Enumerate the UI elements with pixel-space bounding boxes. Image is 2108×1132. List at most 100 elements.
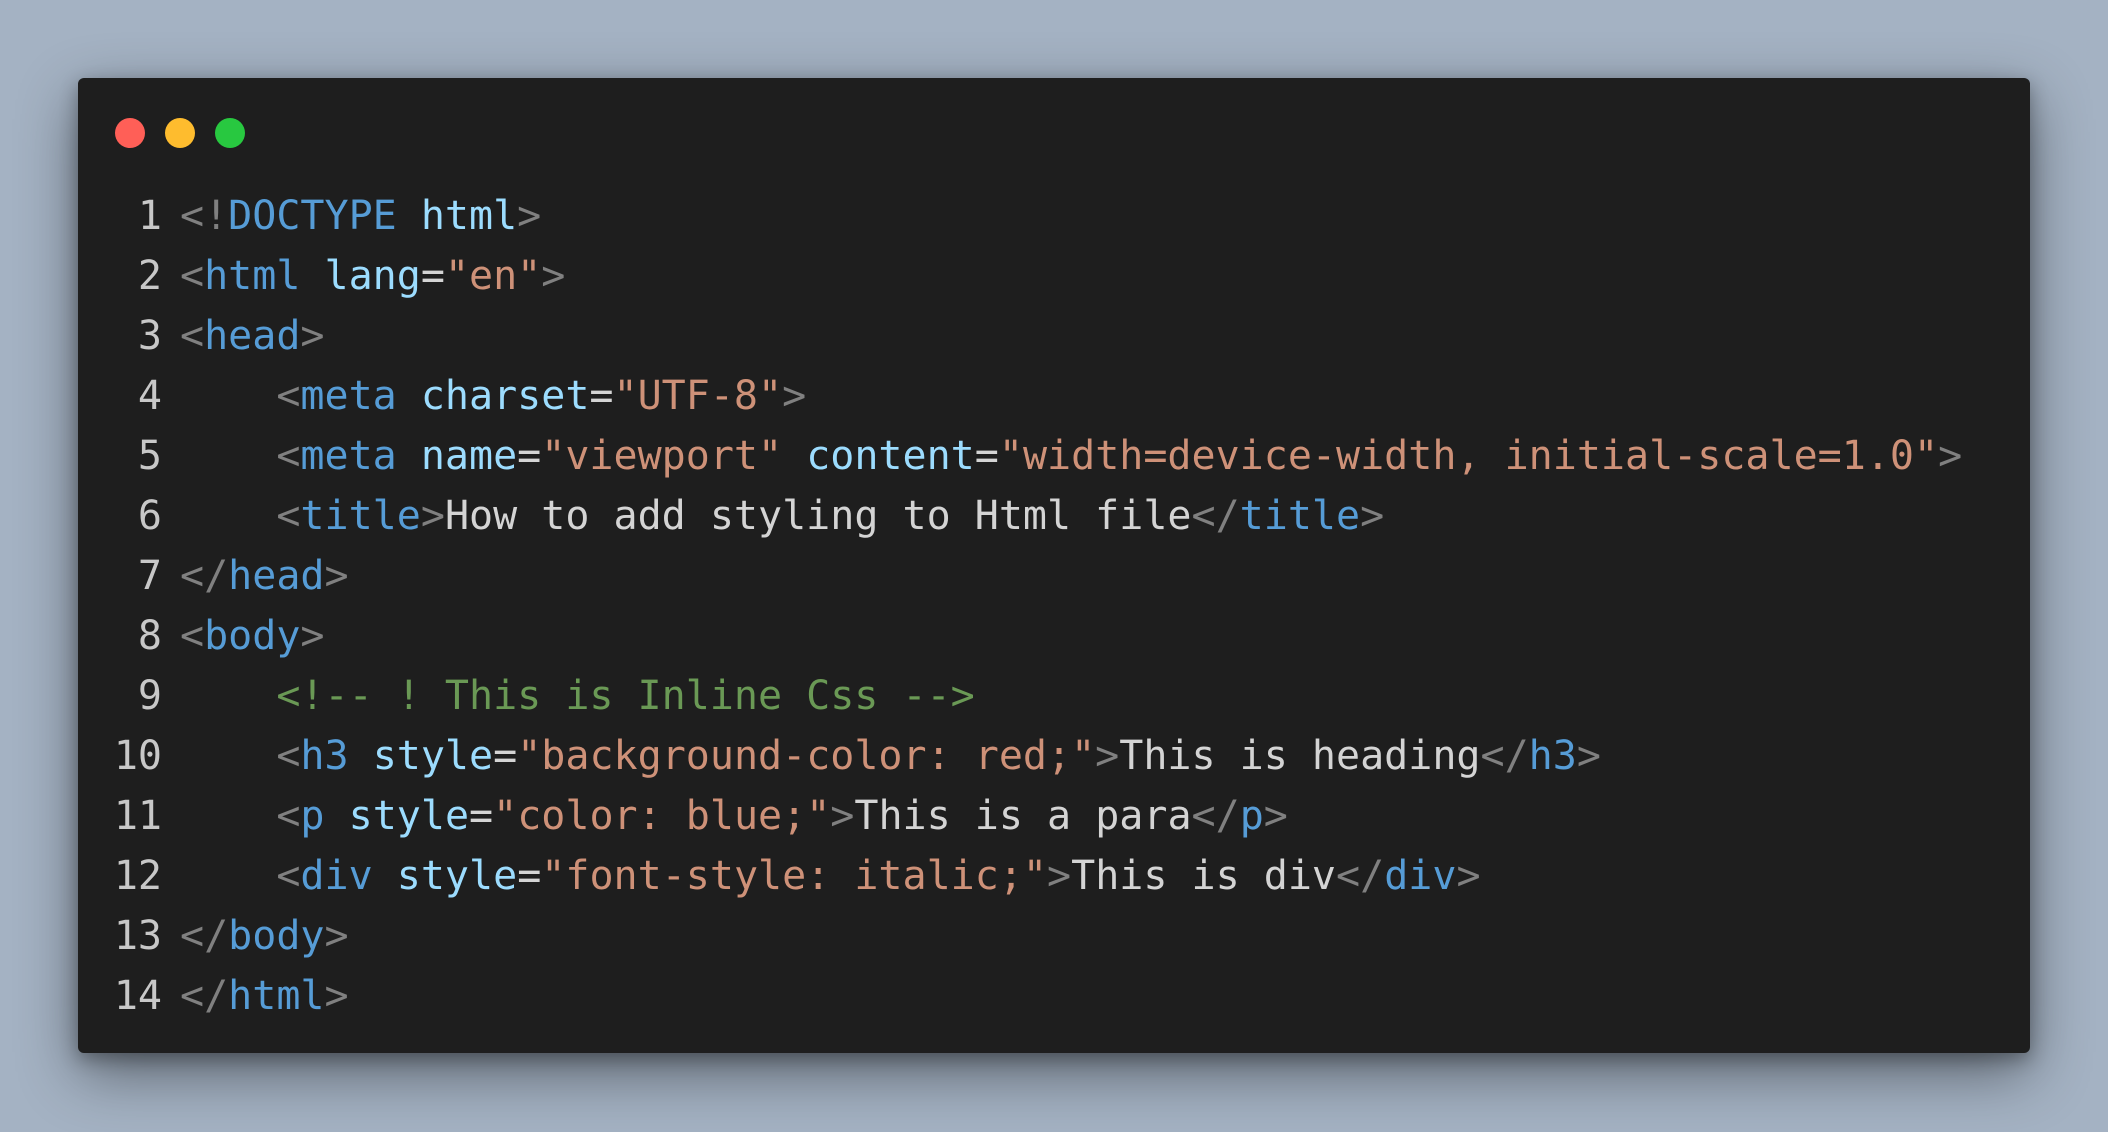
code-token: > [830, 793, 855, 839]
code-token: h3 [300, 733, 349, 779]
code-token: > [324, 913, 349, 959]
code-token: < [276, 433, 301, 479]
code-token: "UTF-8" [613, 373, 783, 419]
line-number: 3 [137, 313, 162, 359]
line-source: </head> [180, 546, 349, 606]
line-number: 2 [137, 253, 162, 299]
line-source: <title>How to add styling to Html file</… [180, 486, 1384, 546]
window-controls [115, 118, 245, 148]
line-number: 12 [113, 853, 162, 899]
code-token: style [372, 733, 494, 779]
code-line: 8 <body> [78, 606, 2030, 666]
code-token: <!-- ! This is Inline Css --> [276, 673, 975, 719]
line-source: <!DOCTYPE html> [180, 186, 541, 246]
code-block: 1 <!DOCTYPE html> 2 <html lang="en"> 3 <head>… [78, 186, 2030, 1026]
code-token: = [517, 853, 542, 899]
code-line: 5 <meta name="viewport" content="width=d… [78, 426, 2030, 486]
code-token: > [517, 193, 542, 239]
minimize-icon[interactable] [165, 118, 195, 148]
code-token: charset [420, 373, 590, 419]
code-token: html [228, 973, 325, 1019]
line-source: <meta charset="UTF-8"> [180, 366, 806, 426]
line-source: <meta name="viewport" content="width=dev… [180, 426, 1962, 486]
code-token: DOCTYPE [228, 193, 397, 239]
code-token: title [1239, 493, 1361, 539]
code-token: lang [324, 253, 421, 299]
code-token: "width=device-width, initial-scale=1.0" [998, 433, 1939, 479]
code-token: html [204, 253, 301, 299]
code-token: > [1263, 793, 1288, 839]
code-token: p [300, 793, 325, 839]
code-token: = [974, 433, 999, 479]
line-source: <p style="color: blue;">This is a para</… [180, 786, 1288, 846]
code-token: "color: blue;" [493, 793, 831, 839]
code-token: This is div [1071, 853, 1337, 899]
code-token: h3 [1528, 733, 1577, 779]
code-token: content [806, 433, 975, 479]
code-token: < [180, 313, 205, 359]
line-number: 5 [137, 433, 162, 479]
code-token: > [1576, 733, 1601, 779]
code-token: = [420, 253, 445, 299]
line-number: 14 [113, 973, 162, 1019]
code-token: > [1047, 853, 1072, 899]
code-token: How to add styling to Html file [444, 493, 1192, 539]
maximize-icon[interactable] [215, 118, 245, 148]
line-source: <h3 style="background-color: red;">This … [180, 726, 1601, 786]
code-token: < [180, 613, 205, 659]
code-token: p [1239, 793, 1264, 839]
code-token: This is a para [854, 793, 1192, 839]
code-token: </ [180, 973, 229, 1019]
code-line: 4 <meta charset="UTF-8"> [78, 366, 2030, 426]
code-token: > [541, 253, 566, 299]
code-line: 12 <div style="font-style: italic;">This… [78, 846, 2030, 906]
code-token: div [1384, 853, 1457, 899]
line-source: <body> [180, 606, 325, 666]
code-token: </ [1336, 853, 1385, 899]
code-token: </ [180, 913, 229, 959]
line-source: <div style="font-style: italic;">This is… [180, 846, 1481, 906]
code-token: > [1456, 853, 1481, 899]
code-token: style [396, 853, 518, 899]
code-token: > [1938, 433, 1963, 479]
code-token: < [276, 793, 301, 839]
line-number: 6 [137, 493, 162, 539]
line-number: 10 [113, 733, 162, 779]
code-token: title [300, 493, 421, 539]
code-line: 13 </body> [78, 906, 2030, 966]
line-source: <!-- ! This is Inline Css --> [180, 666, 975, 726]
code-token: > [324, 553, 349, 599]
code-token: > [1095, 733, 1120, 779]
code-token: </ [1480, 733, 1529, 779]
code-line: 9 <!-- ! This is Inline Css --> [78, 666, 2030, 726]
code-token: "background-color: red;" [517, 733, 1096, 779]
line-number: 11 [113, 793, 162, 839]
line-source: <head> [180, 306, 325, 366]
code-token: name [420, 433, 518, 479]
line-source: <html lang="en"> [180, 246, 565, 306]
code-line: 7 </head> [78, 546, 2030, 606]
code-token: div [300, 853, 373, 899]
code-token: <! [180, 193, 229, 239]
code-line: 14 </html> [78, 966, 2030, 1026]
code-token: < [276, 853, 301, 899]
code-token: > [420, 493, 445, 539]
code-token: html [420, 193, 518, 239]
code-token: body [204, 613, 301, 659]
code-token: < [276, 493, 301, 539]
line-number: 9 [137, 673, 162, 719]
line-source: </html> [180, 966, 349, 1026]
close-icon[interactable] [115, 118, 145, 148]
code-line: 2 <html lang="en"> [78, 246, 2030, 306]
